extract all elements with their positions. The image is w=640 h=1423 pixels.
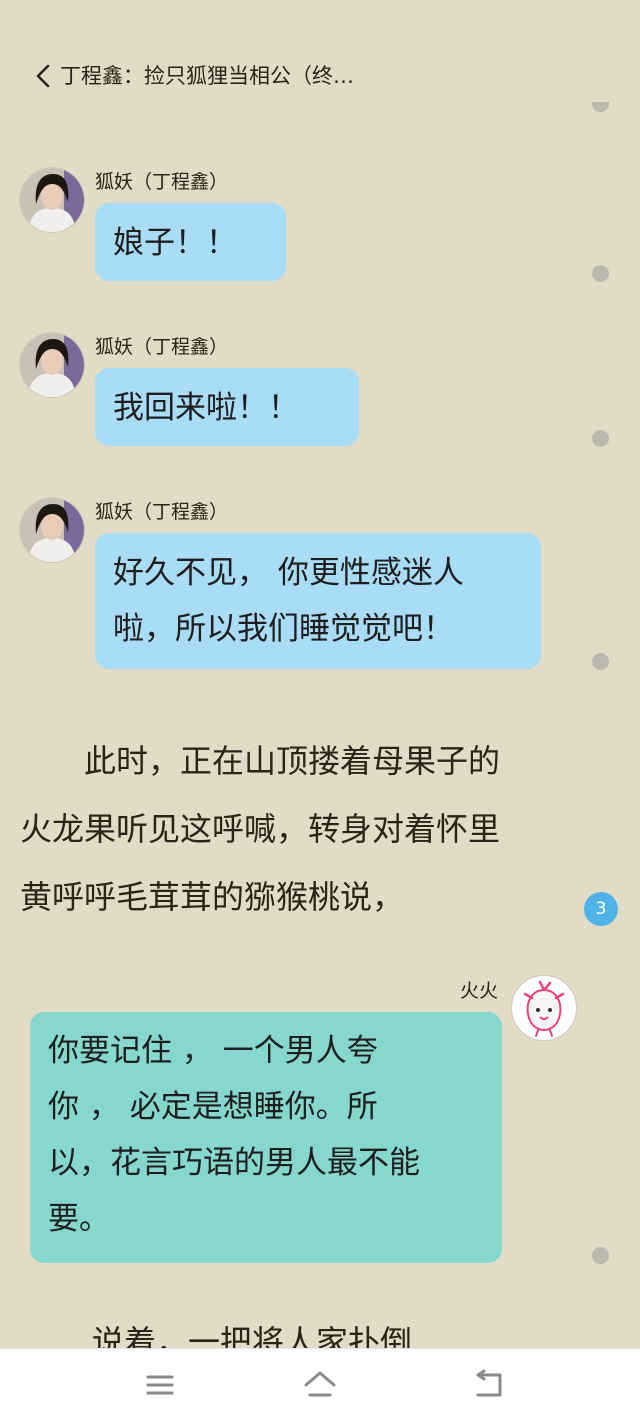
- sender-name: 火火: [460, 980, 499, 1002]
- message-bubble[interactable]: 好久不见， 你更性感迷人 啦，所以我们睡觉觉吧！: [95, 533, 541, 669]
- sender-name: 狐妖（丁程鑫）: [95, 501, 229, 523]
- menu-icon[interactable]: [140, 1367, 180, 1403]
- message-line: 要。: [48, 1201, 110, 1237]
- avatar-portrait-icon: [20, 168, 84, 232]
- top-bar: 丁程鑫：捡只狐狸当相公（终…: [0, 0, 640, 150]
- reply-bubble[interactable]: 你要记住 ， 一个男人夸 你 ， 必定是想睡你。所 以，花言巧语的男人最不能 要…: [30, 1012, 502, 1263]
- home-icon[interactable]: [300, 1367, 340, 1403]
- message-line: 娘子！！: [113, 225, 237, 261]
- back-icon[interactable]: [468, 1367, 508, 1403]
- sender-name: 狐妖（丁程鑫）: [95, 171, 229, 193]
- message-line: 我回来啦！！: [113, 390, 299, 426]
- avatar[interactable]: [20, 168, 84, 232]
- comment-dot[interactable]: [592, 653, 609, 670]
- system-navigation-bar: [0, 1348, 640, 1423]
- comment-dot[interactable]: [592, 265, 609, 282]
- message-line: 你要记住 ， 一个男人夸: [48, 1033, 378, 1069]
- comment-dot[interactable]: [592, 430, 609, 447]
- message-line: 以，花言巧语的男人最不能: [48, 1145, 420, 1181]
- dragon-fruit-avatar-icon: [512, 976, 576, 1040]
- comment-count-badge[interactable]: 3: [584, 892, 618, 926]
- narration-line: 此时，正在山顶搂着母果子的: [20, 742, 501, 780]
- avatar[interactable]: [512, 976, 576, 1040]
- avatar-portrait-icon: [20, 498, 84, 562]
- avatar[interactable]: [20, 498, 84, 562]
- avatar[interactable]: [20, 333, 84, 397]
- message-bubble[interactable]: 娘子！！: [95, 203, 286, 281]
- avatar-portrait-icon: [20, 333, 84, 397]
- message-bubble[interactable]: 我回来啦！！: [95, 368, 359, 446]
- narration-paragraph: 此时，正在山顶搂着母果子的 火龙果听见这呼喊，转身对着怀里 黄呼呼毛茸茸的猕猴桃…: [20, 727, 600, 931]
- narration-line: 火龙果听见这呼喊，转身对着怀里: [20, 810, 501, 848]
- narration-line: 黄呼呼毛茸茸的猕猴桃说，: [20, 878, 405, 916]
- comment-dot[interactable]: [592, 1247, 609, 1264]
- sender-name: 狐妖（丁程鑫）: [95, 336, 229, 358]
- message-line: 你 ， 必定是想睡你。所: [48, 1089, 378, 1125]
- message-line: 好久不见， 你更性感迷人: [113, 555, 464, 591]
- back-arrow-icon[interactable]: [30, 60, 58, 92]
- message-line: 啦，所以我们睡觉觉吧！: [113, 611, 454, 647]
- page-title: 丁程鑫：捡只狐狸当相公（终…: [60, 64, 354, 88]
